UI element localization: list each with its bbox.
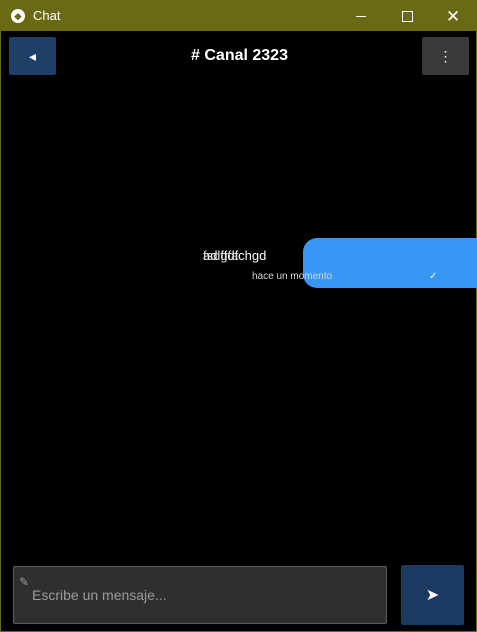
message-timestamp: hace un momento bbox=[252, 271, 333, 282]
chat-window: ◆ Chat ✕ ◂ # Canal 2323 ⋮ adlffdfchgd fs… bbox=[0, 0, 477, 632]
check-icon: ✓ bbox=[429, 271, 438, 282]
menu-icon: ⋮ bbox=[438, 47, 453, 64]
message-item: adlffdfchgd fsdgfa hace un momento ✓ bbox=[1, 231, 477, 301]
send-button[interactable]: ➤ bbox=[401, 565, 464, 625]
title-bar[interactable]: ◆ Chat ✕ bbox=[1, 1, 476, 31]
channel-title: # Canal 2323 bbox=[191, 47, 288, 64]
maximize-icon bbox=[401, 10, 413, 22]
minimize-icon bbox=[356, 15, 366, 17]
close-button[interactable]: ✕ bbox=[430, 1, 476, 31]
minimize-button[interactable] bbox=[338, 1, 384, 31]
message-input-box[interactable]: ✎ bbox=[13, 566, 387, 624]
window-title: Chat bbox=[33, 8, 61, 23]
message-text-overlap: fsdgfa bbox=[203, 248, 239, 263]
channel-menu-button[interactable]: ⋮ bbox=[422, 37, 469, 75]
close-icon: ✕ bbox=[445, 6, 461, 26]
app-icon: ◆ bbox=[11, 9, 25, 23]
send-icon: ➤ bbox=[425, 587, 440, 604]
message-input[interactable] bbox=[14, 567, 386, 623]
maximize-button[interactable] bbox=[384, 1, 430, 31]
